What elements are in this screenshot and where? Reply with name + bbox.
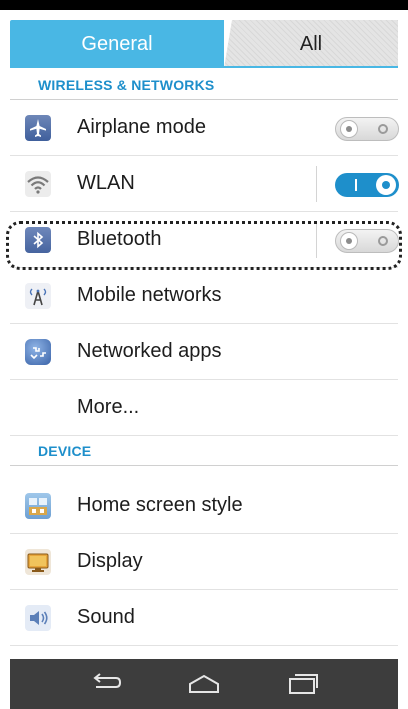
row-divider — [316, 166, 317, 202]
setting-row-partial — [10, 646, 398, 659]
airplane-mode-toggle[interactable] — [335, 117, 399, 141]
setting-row-wlan[interactable]: WLAN — [10, 156, 399, 212]
antenna-icon — [25, 283, 51, 309]
tab-general[interactable]: General — [10, 20, 224, 68]
globe-icon — [25, 339, 51, 365]
home-screen-style-label: Home screen style — [77, 494, 243, 516]
wlan-label: WLAN — [77, 172, 135, 194]
tab-underline — [10, 66, 398, 68]
setting-row-sound[interactable]: Sound — [10, 590, 398, 646]
bluetooth-toggle[interactable] — [335, 229, 399, 253]
setting-row-networked-apps[interactable]: Networked apps — [10, 324, 398, 380]
home-icon[interactable] — [184, 667, 224, 701]
wlan-toggle[interactable] — [335, 173, 399, 197]
status-bar — [0, 0, 408, 10]
mobile-networks-label: Mobile networks — [77, 284, 222, 306]
networked-apps-label: Networked apps — [77, 340, 222, 362]
tab-all[interactable]: All — [224, 20, 398, 68]
airplane-mode-label: Airplane mode — [77, 116, 206, 138]
recents-icon[interactable] — [282, 667, 322, 701]
tab-bar: General All — [0, 10, 408, 68]
navigation-bar — [10, 659, 398, 709]
wifi-icon — [25, 171, 51, 197]
setting-row-more[interactable]: More... — [10, 380, 398, 436]
sound-label: Sound — [77, 606, 135, 628]
bluetooth-label: Bluetooth — [77, 228, 162, 250]
setting-row-display[interactable]: Display — [10, 534, 398, 590]
speaker-icon — [25, 605, 51, 631]
setting-row-home-screen-style[interactable]: Home screen style — [10, 478, 398, 534]
row-divider — [316, 222, 317, 258]
setting-row-bluetooth[interactable]: Bluetooth — [10, 212, 399, 268]
display-icon — [25, 549, 51, 575]
bluetooth-icon — [25, 227, 51, 253]
more-label: More... — [77, 396, 140, 418]
airplane-icon — [25, 115, 51, 141]
setting-row-mobile-networks[interactable]: Mobile networks — [10, 268, 398, 324]
home-screen-icon — [25, 493, 51, 519]
section-header-wireless: WIRELESS & NETWORKS — [10, 70, 398, 100]
display-label: Display — [77, 550, 143, 572]
back-icon[interactable] — [86, 667, 126, 701]
section-header-device: DEVICE — [10, 436, 398, 466]
setting-row-airplane-mode[interactable]: Airplane mode — [10, 100, 399, 156]
